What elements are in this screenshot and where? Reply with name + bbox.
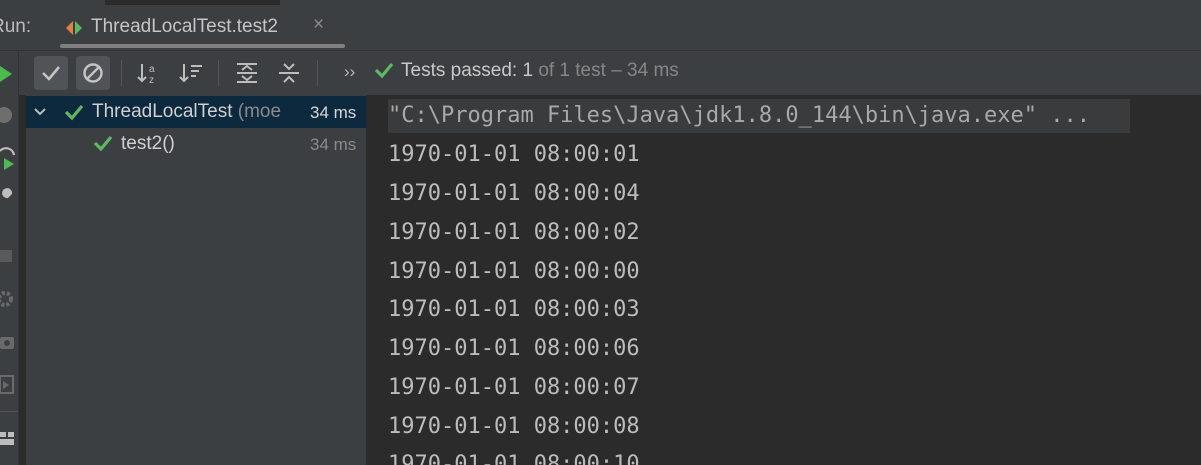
toolbar-separator <box>218 60 219 86</box>
status-passed-count: 1 <box>522 60 534 81</box>
sort-by-duration-button[interactable] <box>174 56 208 90</box>
command-line[interactable]: "C:\Program Files\Java\jdk1.8.0_144\bin\… <box>388 103 1090 128</box>
rerun-icon[interactable] <box>0 146 16 172</box>
toolbar-separator <box>317 60 318 86</box>
camera-icon[interactable] <box>0 332 16 352</box>
console-line: 1970-01-01 08:00:08 <box>388 414 640 439</box>
tree-root-name: ThreadLocalTest <box>92 101 233 122</box>
console-line: 1970-01-01 08:00:04 <box>388 181 640 206</box>
rerun-failed-icon[interactable] <box>0 104 14 126</box>
tab-title: ThreadLocalTest.test2 <box>91 16 278 37</box>
settings-icon[interactable] <box>0 288 16 310</box>
svg-text:a: a <box>149 64 155 75</box>
console-line: 1970-01-01 08:00:00 <box>388 259 640 284</box>
more-actions-icon[interactable]: ›› <box>344 62 355 82</box>
divider <box>18 51 19 465</box>
close-icon[interactable]: × <box>313 14 324 36</box>
show-passed-icon <box>42 66 60 81</box>
tree-root-suffix: (moe <box>237 101 282 122</box>
exit-icon[interactable] <box>0 374 16 396</box>
console-line: 1970-01-01 08:00:02 <box>388 220 640 245</box>
check-icon <box>64 104 84 121</box>
console-line: 1970-01-01 08:00:01 <box>388 142 640 167</box>
run-icon[interactable] <box>0 64 14 84</box>
show-ignored-icon <box>83 63 103 83</box>
sort-alphabetically-button[interactable]: a z <box>132 56 166 90</box>
check-icon <box>93 135 113 152</box>
console-line-text: 1970-01-01 08:00:10 <box>388 452 640 465</box>
show-ignored-button[interactable] <box>76 56 110 90</box>
layout-icon[interactable] <box>0 430 16 448</box>
divider <box>0 411 18 412</box>
test-status: Tests passed: 1 of 1 test – 34 ms <box>401 60 679 82</box>
console-line: 1970-01-01 08:00:06 <box>388 336 640 361</box>
check-icon <box>374 62 394 79</box>
collapse-all-button[interactable] <box>272 56 306 90</box>
toolbar-separator <box>121 60 122 86</box>
console-line: 1970-01-01 08:00:07 <box>388 375 640 400</box>
tree-root-duration: 34 ms <box>310 103 357 122</box>
tree-root-label: ThreadLocalTest (moe <box>92 101 281 123</box>
show-passed-button[interactable] <box>34 56 68 90</box>
tab-underline <box>60 44 345 48</box>
stop-icon[interactable] <box>0 248 14 266</box>
test-config-icon <box>66 21 82 35</box>
sort-duration-icon <box>179 64 202 83</box>
expand-all-button[interactable] <box>230 56 264 90</box>
tree-child-duration: 34 ms <box>310 135 357 154</box>
console-line: 1970-01-01 08:00:03 <box>388 297 640 322</box>
console-line: 1970-01-01 08:00:10 <box>388 448 640 465</box>
run-label: Run: <box>0 16 32 37</box>
status-duration: – 34 ms <box>611 60 679 81</box>
wrench-icon[interactable] <box>0 188 16 210</box>
status-passed-label: Tests passed: <box>401 60 518 81</box>
tree-child-label: test2() <box>121 133 175 154</box>
sort-alpha-icon: a z <box>137 64 155 86</box>
expand-all-icon <box>237 63 257 83</box>
chevron-down-icon[interactable] <box>32 104 48 120</box>
status-total: of 1 test <box>538 60 606 81</box>
svg-text:z: z <box>149 75 154 86</box>
collapse-all-icon <box>279 63 299 83</box>
